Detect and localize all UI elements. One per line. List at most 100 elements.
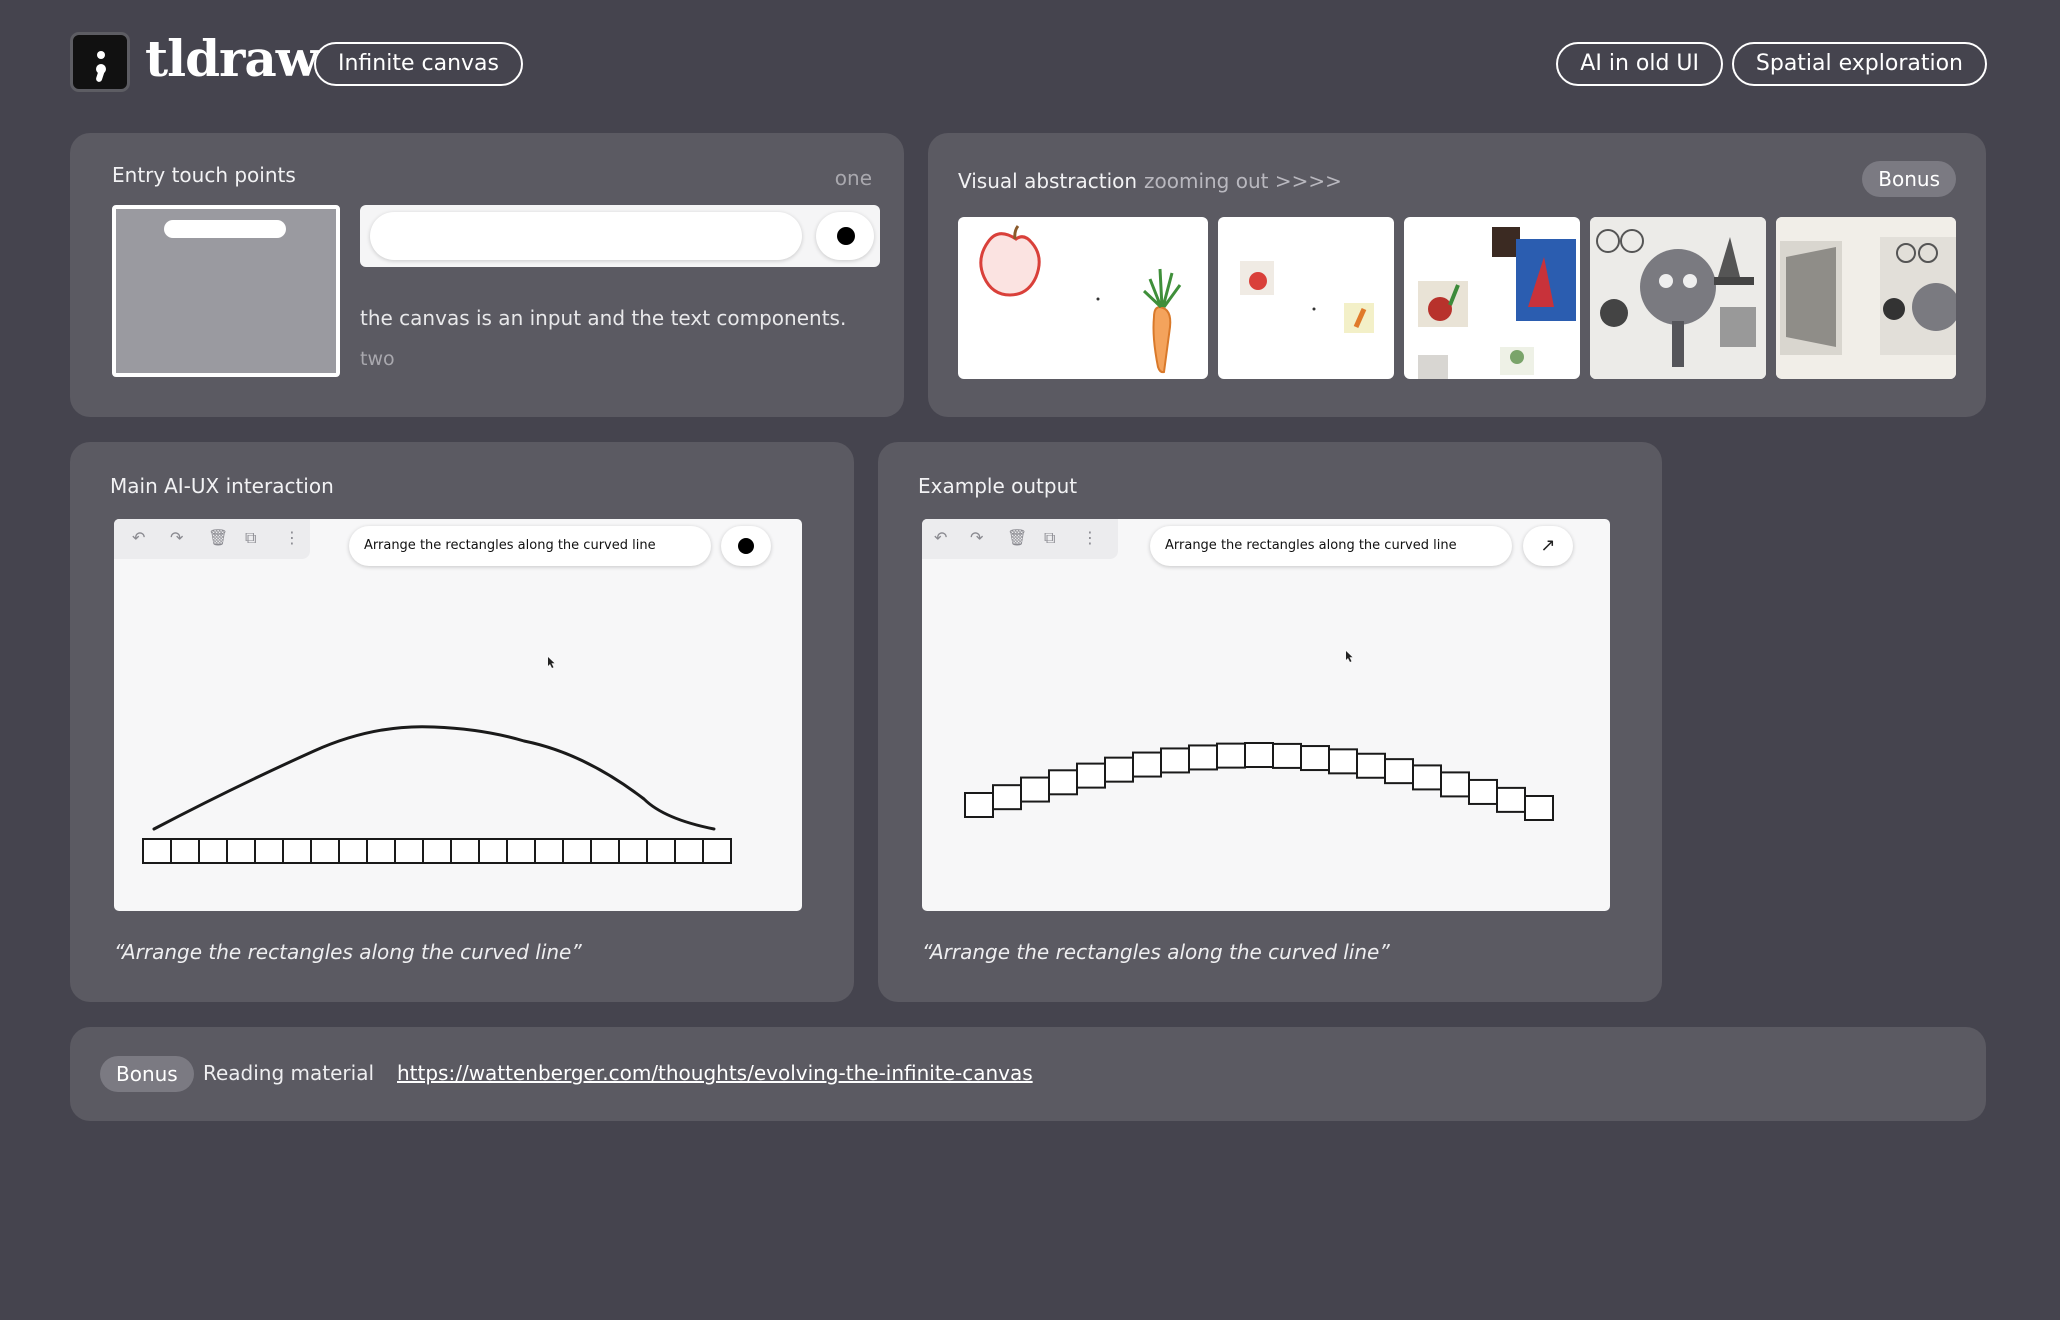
prompt-input[interactable]: Arrange the rectangles along the curved … bbox=[349, 526, 711, 566]
rectangle-shape bbox=[1384, 758, 1414, 785]
rectangle-shape bbox=[366, 838, 396, 864]
prompt-input-preview bbox=[370, 212, 802, 260]
submit-button[interactable] bbox=[721, 526, 771, 566]
example-output-card: Example output ↶ ↷ 🗑 ⧉ ⋮ Arrange the rec… bbox=[878, 442, 1662, 1002]
rectangle-shape bbox=[1020, 776, 1050, 803]
rectangle-shape bbox=[1328, 748, 1358, 775]
small-sketches bbox=[1240, 261, 1374, 333]
bonus-badge: Bonus bbox=[1862, 161, 1956, 197]
rectangle-shape bbox=[310, 838, 340, 864]
card-title: Main AI-UX interaction bbox=[110, 474, 334, 498]
rectangle-shape bbox=[1076, 762, 1106, 789]
rectangle-shape bbox=[1300, 745, 1330, 772]
rectangle-shape bbox=[1104, 756, 1134, 783]
card-title: Example output bbox=[918, 474, 1078, 498]
prompt-input[interactable]: Arrange the rectangles along the curved … bbox=[1150, 526, 1512, 566]
rectangle-shape bbox=[1496, 786, 1526, 813]
apple-carrot-sketch bbox=[979, 225, 1182, 374]
rectangle-shape bbox=[1272, 742, 1302, 769]
rectangle-shape bbox=[702, 838, 732, 864]
zoom-tile-1 bbox=[958, 217, 1208, 379]
rectangle-shape bbox=[1048, 769, 1078, 796]
undo-icon[interactable]: ↶ bbox=[132, 528, 145, 547]
card-subtitle: zooming out >>>> bbox=[1144, 169, 1342, 193]
caption: “Arrange the rectangles along the curved… bbox=[114, 940, 582, 964]
bonus-badge: Bonus bbox=[100, 1056, 194, 1092]
trash-icon[interactable]: 🗑 bbox=[208, 528, 228, 547]
rectangle-shape bbox=[254, 838, 284, 864]
step-two-label: two bbox=[360, 348, 395, 370]
step-one-label: one bbox=[834, 166, 872, 190]
zoom-tile-2 bbox=[1218, 217, 1394, 379]
reading-material-link[interactable]: https://wattenberger.com/thoughts/evolvi… bbox=[397, 1061, 1033, 1085]
redo-icon[interactable]: ↷ bbox=[970, 528, 983, 547]
duplicate-icon[interactable]: ⧉ bbox=[1044, 528, 1055, 548]
cursor-icon bbox=[1346, 651, 1353, 662]
visual-abstraction-card: Visual abstraction zooming out >>>> Bonu… bbox=[928, 133, 1986, 417]
rectangle-shape bbox=[1412, 764, 1442, 791]
submit-button[interactable]: ↗ bbox=[1523, 526, 1573, 566]
rectangle-shape bbox=[1132, 751, 1162, 778]
rectangle-shape bbox=[1440, 771, 1470, 798]
rectangle-shape bbox=[964, 792, 994, 818]
rectangle-shape bbox=[478, 838, 508, 864]
entry-touch-points-card: Entry touch points one the canvas is an … bbox=[70, 133, 904, 417]
rectangle-shape bbox=[590, 838, 620, 864]
entry-description: the canvas is an input and the text comp… bbox=[360, 306, 847, 330]
rectangle-shape bbox=[422, 838, 452, 864]
rectangle-shape bbox=[1244, 742, 1274, 768]
caption: “Arrange the rectangles along the curved… bbox=[922, 940, 1390, 964]
rectangle-shape bbox=[394, 838, 424, 864]
brand-wordmark: tldraw bbox=[145, 29, 319, 88]
rectangle-shape bbox=[1160, 747, 1190, 774]
prompt-bar-preview bbox=[360, 205, 880, 267]
infinite-canvas-tag[interactable]: Infinite canvas bbox=[314, 42, 523, 86]
more-icon[interactable]: ⋮ bbox=[284, 528, 300, 547]
reading-material-label: Reading material bbox=[203, 1061, 375, 1085]
cursor-icon bbox=[548, 657, 555, 668]
arrow-up-right-icon: ↗ bbox=[1540, 535, 1556, 556]
canvas-toolbar: ↶ ↷ 🗑 ⧉ ⋮ bbox=[922, 519, 1118, 559]
rectangle-shape bbox=[142, 838, 172, 864]
send-button-preview bbox=[816, 212, 874, 260]
card-title: Visual abstraction bbox=[958, 169, 1138, 193]
rectangle-shape bbox=[992, 784, 1022, 811]
rectangle-shape bbox=[450, 838, 480, 864]
rectangle-shape bbox=[1216, 742, 1246, 769]
canvas-toolbar: ↶ ↷ 🗑 ⧉ ⋮ bbox=[114, 519, 310, 559]
redo-icon[interactable]: ↷ bbox=[170, 528, 183, 547]
sketch-drawing bbox=[964, 651, 1554, 821]
trash-icon[interactable]: 🗑 bbox=[1007, 528, 1027, 547]
rectangle-shape bbox=[646, 838, 676, 864]
rectangle-shape bbox=[618, 838, 648, 864]
header: tldraw Infinite canvas AI in old UI Spat… bbox=[70, 29, 1987, 92]
rectangle-shape bbox=[338, 838, 368, 864]
rectangle-shape bbox=[534, 838, 564, 864]
duplicate-icon[interactable]: ⧉ bbox=[245, 528, 256, 548]
rectangle-shape bbox=[1524, 795, 1554, 821]
sketch-drawing bbox=[142, 657, 732, 864]
rectangle-shape bbox=[170, 838, 200, 864]
rectangle-shape bbox=[1468, 778, 1498, 805]
spatial-exploration-link[interactable]: Spatial exploration bbox=[1731, 42, 1987, 86]
detailed-collage bbox=[1776, 217, 1956, 379]
card-title: Entry touch points bbox=[112, 163, 296, 187]
canvas-screenshot: ↶ ↷ 🗑 ⧉ ⋮ Arrange the rectangles along t… bbox=[114, 519, 802, 911]
reading-material-bar: Bonus Reading material https://wattenber… bbox=[70, 1027, 1986, 1121]
tldraw-logo-icon bbox=[70, 32, 130, 92]
rectangle-shape bbox=[198, 838, 228, 864]
curved-line bbox=[152, 725, 716, 831]
rectangle-shape bbox=[282, 838, 312, 864]
zoom-tile-5 bbox=[1776, 217, 1956, 379]
canvas-screenshot: ↶ ↷ 🗑 ⧉ ⋮ Arrange the rectangles along t… bbox=[922, 519, 1610, 911]
rectangle-shape bbox=[1356, 752, 1386, 779]
rectangle-shape bbox=[562, 838, 592, 864]
ai-in-old-ui-link[interactable]: AI in old UI bbox=[1556, 42, 1723, 86]
image-collage bbox=[1418, 227, 1576, 379]
canvas-thumbnail bbox=[112, 205, 340, 377]
rectangle-shape bbox=[506, 838, 536, 864]
rectangle-shape bbox=[226, 838, 256, 864]
more-icon[interactable]: ⋮ bbox=[1082, 528, 1098, 547]
zoom-tile-4 bbox=[1590, 217, 1766, 379]
undo-icon[interactable]: ↶ bbox=[934, 528, 947, 547]
